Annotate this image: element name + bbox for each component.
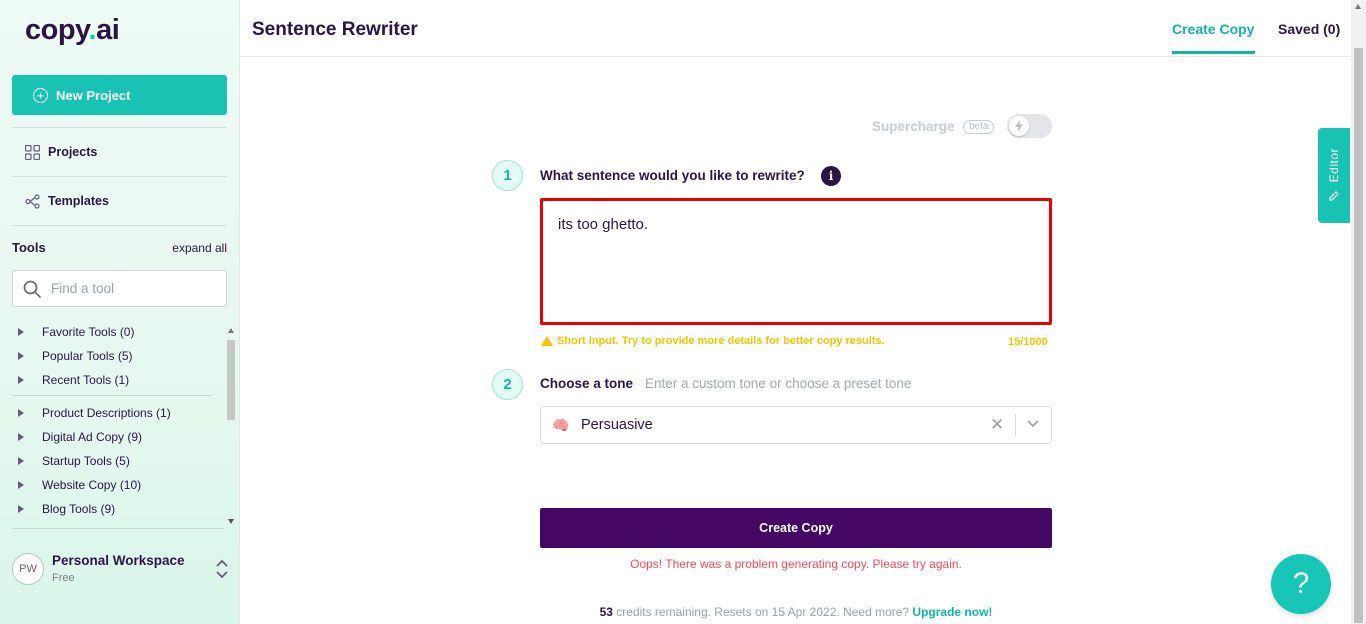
plus-circle-icon: +	[33, 87, 48, 103]
sentence-input[interactable]: its too ghetto.	[540, 198, 1052, 325]
caret-right-icon	[18, 409, 24, 417]
new-project-label: New Project	[56, 87, 131, 103]
tools-heading: Tools	[12, 240, 46, 255]
upgrade-link[interactable]: Upgrade now!	[912, 605, 992, 619]
find-tool-input[interactable]	[51, 281, 211, 296]
step-2-label: Choose a tone	[540, 376, 634, 391]
char-counter: 15/1000	[1008, 336, 1048, 348]
divider	[12, 176, 227, 177]
sidebar-item-templates[interactable]: Templates	[24, 193, 109, 209]
sidebar-item-projects[interactable]: Projects	[24, 144, 97, 160]
tool-group-popular[interactable]: Popular Tools (5)	[18, 349, 133, 363]
warning-icon	[541, 336, 553, 346]
caret-right-icon	[18, 481, 24, 489]
page-title: Sentence Rewriter	[252, 19, 418, 40]
create-copy-button[interactable]: Create Copy	[540, 508, 1052, 548]
tone-hint: Enter a custom tone or choose a preset t…	[645, 376, 912, 391]
editor-tab-label: Editor	[1327, 148, 1341, 183]
credits-info: 53 credits remaining. Resets on 15 Apr 2…	[540, 605, 1052, 619]
workspace-switcher[interactable]: PW Personal Workspace Free	[12, 548, 232, 592]
find-tool-field[interactable]	[12, 270, 227, 307]
divider	[1015, 415, 1016, 436]
lightning-icon	[1015, 120, 1023, 132]
workspace-name: Personal Workspace	[52, 553, 185, 568]
sidebar-item-label: Projects	[48, 145, 98, 159]
main-scrollbar[interactable]	[1351, 0, 1366, 624]
clear-icon[interactable]: ✕	[990, 415, 1004, 435]
tab-saved[interactable]: Saved (0)	[1278, 21, 1340, 37]
avatar: PW	[12, 553, 44, 585]
tool-list-scrollbar[interactable]	[225, 326, 237, 526]
tool-group-website-copy[interactable]: Website Copy (10)	[18, 478, 141, 492]
active-tab-indicator	[1172, 51, 1255, 54]
share-nodes-icon	[24, 193, 40, 209]
scroll-up-arrow-icon[interactable]	[228, 328, 234, 333]
supercharge-toggle[interactable]	[1007, 114, 1052, 138]
help-button[interactable]: ?	[1271, 554, 1331, 614]
new-project-button[interactable]: + New Project	[12, 75, 227, 115]
error-message: Oops! There was a problem generating cop…	[630, 557, 962, 571]
tool-group-digital-ad-copy[interactable]: Digital Ad Copy (9)	[18, 430, 142, 444]
expand-all-link[interactable]: expand all	[172, 241, 227, 255]
step-1-badge: 1	[492, 160, 523, 191]
caret-right-icon	[18, 352, 24, 360]
tool-list: Favorite Tools (0) Popular Tools (5) Rec…	[12, 320, 224, 526]
tool-group-startup-tools[interactable]: Startup Tools (5)	[18, 454, 130, 468]
workspace-plan: Free	[52, 572, 75, 584]
caret-right-icon	[18, 505, 24, 513]
step-2-badge: 2	[492, 369, 523, 400]
tool-group-blog-tools[interactable]: Blog Tools (9)	[18, 502, 115, 516]
tools-header: Tools expand all	[12, 240, 227, 255]
tone-select[interactable]: 🧠 Persuasive ✕	[540, 406, 1052, 444]
divider	[12, 225, 227, 226]
top-header: Sentence Rewriter Create Copy Saved (0)	[240, 0, 1351, 57]
sidebar-item-label: Templates	[48, 194, 109, 208]
scroll-down-arrow-icon[interactable]	[228, 519, 234, 524]
tool-group-product-descriptions[interactable]: Product Descriptions (1)	[18, 406, 171, 420]
search-icon	[23, 280, 41, 298]
sidebar: copy.ai + New Project Projects Templates…	[0, 0, 240, 624]
caret-right-icon	[18, 328, 24, 336]
supercharge-label: Supercharge	[872, 119, 955, 134]
scrollbar-thumb[interactable]	[227, 340, 235, 420]
credits-count: 53	[599, 605, 613, 619]
divider	[12, 528, 224, 529]
tone-selected-value: Persuasive	[581, 417, 653, 433]
toggle-knob	[1009, 116, 1029, 136]
tool-group-favorite[interactable]: Favorite Tools (0)	[18, 325, 134, 339]
tab-create-copy[interactable]: Create Copy	[1172, 21, 1254, 37]
brain-icon: 🧠	[552, 417, 570, 433]
scroll-up-arrow-icon[interactable]	[1355, 4, 1361, 9]
step-1-question: What sentence would you like to rewrite?	[540, 168, 805, 183]
caret-right-icon	[18, 433, 24, 441]
grid-icon	[24, 144, 40, 160]
chevron-up-down-icon	[216, 559, 228, 579]
chevron-down-icon[interactable]	[1026, 419, 1040, 429]
copyai-logo[interactable]: copy.ai	[25, 14, 120, 47]
editor-tab[interactable]: Editor	[1318, 128, 1350, 223]
beta-badge: beta	[963, 120, 995, 134]
short-input-warning: Short input. Try to provide more details…	[541, 335, 885, 347]
scrollbar-thumb[interactable]	[1354, 48, 1363, 623]
credits-text: credits remaining. Resets on 15 Apr 2022…	[612, 605, 913, 619]
info-icon[interactable]: i	[821, 166, 841, 186]
divider	[12, 127, 227, 128]
caret-right-icon	[18, 457, 24, 465]
tool-group-recent[interactable]: Recent Tools (1)	[18, 373, 129, 387]
divider	[12, 395, 212, 396]
pencil-icon	[1329, 191, 1339, 201]
caret-right-icon	[18, 376, 24, 384]
